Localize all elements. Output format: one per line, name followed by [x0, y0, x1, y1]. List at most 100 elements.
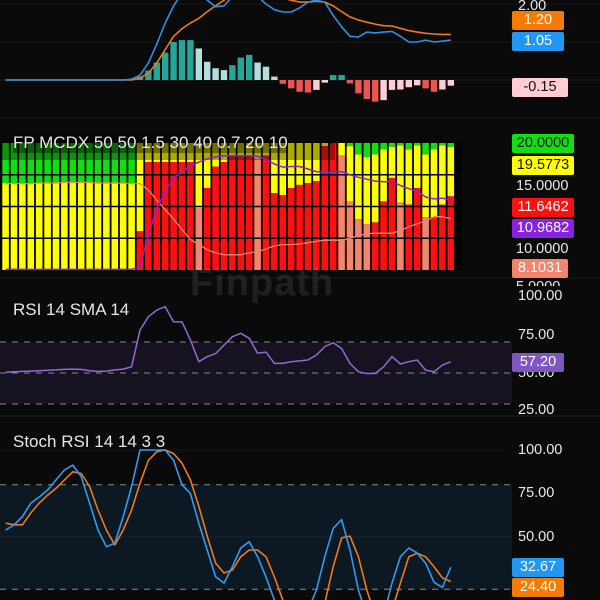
macd-histogram-bar	[321, 80, 328, 83]
mcdx-retail-segment	[355, 143, 362, 155]
mcdx-axis-label-5: 5.0000	[516, 278, 560, 286]
macd-histogram-bar	[195, 48, 202, 80]
mcdx-hot-money-segment	[10, 183, 18, 270]
mcdx-retail-segment	[422, 143, 429, 155]
mcdx-hot-money-badge: 19.5773	[512, 156, 574, 175]
mcdx-hot-money-segment	[447, 146, 455, 197]
mcdx-hot-money-segment	[405, 149, 413, 205]
mcdx-banker-segment	[203, 188, 211, 270]
mcdx-banker-segment	[380, 201, 387, 270]
mcdx-banker-segment	[397, 202, 404, 270]
mcdx-banker-segment	[313, 181, 320, 270]
macd-histogram-bar	[296, 80, 303, 92]
mcdx-banker-segment	[195, 208, 203, 270]
mcdx-banker-segment	[145, 162, 152, 270]
macd-histogram-bar	[304, 80, 312, 93]
mcdx-retail-segment	[363, 143, 371, 157]
stoch-d-value-badge: 24.40	[512, 578, 564, 597]
mcdx-hot-money-segment	[35, 183, 43, 270]
macd-histogram-bar	[204, 61, 211, 80]
mcdx-retail-segment	[346, 143, 354, 147]
macd-signal-line	[5, 0, 451, 81]
mcdx-banker-segment	[161, 162, 169, 270]
mcdx-banker-segment	[413, 188, 421, 270]
mcdx-hot-money-segment	[77, 183, 85, 270]
macd-histogram-bar	[313, 80, 320, 90]
mcdx-hot-money-segment	[128, 183, 135, 270]
macd-histogram-bar	[372, 80, 379, 102]
rsi-panel	[0, 305, 600, 417]
macd-histogram-bar	[346, 80, 354, 84]
stoch-axis-label-50: 50.00	[518, 529, 555, 545]
mcdx-panel	[0, 141, 600, 279]
mcdx-banker-segment	[296, 184, 303, 270]
mcdx-hot-money-segment	[422, 154, 429, 218]
rsi-value-badge: 57.20	[512, 353, 564, 372]
mcdx-banker-segment	[388, 177, 396, 270]
mcdx-hot-money-segment	[371, 154, 379, 223]
mcdx-banker-segment	[178, 162, 186, 270]
macd-histogram-bar	[330, 75, 337, 80]
mcdx-hot-money-segment	[413, 145, 421, 189]
mcdx-purple-line-badge: 10.9682	[512, 219, 574, 238]
stoch-axis-label-75: 75.00	[518, 485, 555, 501]
macd-histogram-bar	[355, 80, 362, 94]
macd-histogram-bar	[170, 42, 177, 80]
mcdx-axis-label-10: 10.0000	[516, 241, 569, 257]
mcdx-hot-money-segment	[338, 143, 345, 156]
mcdx-hot-money-segment	[27, 183, 35, 270]
macd-histogram-bar	[254, 62, 261, 80]
mcdx-axis-label-15: 15.0000	[516, 178, 569, 194]
mcdx-banker-segment	[212, 166, 219, 270]
mcdx-retail-segment	[447, 143, 455, 147]
finpath-watermark-logo: Finpath	[190, 262, 335, 304]
mcdx-banker-segment	[430, 217, 438, 270]
macd-histogram-bar	[229, 65, 236, 80]
macd-line	[5, 0, 451, 81]
macd-histogram-bar	[447, 80, 454, 86]
mcdx-retail-segment	[380, 143, 387, 150]
mcdx-hot-money-segment	[44, 183, 51, 270]
mcdx-retail-segment	[371, 143, 379, 155]
mcdx-hot-money-segment	[86, 183, 93, 270]
mcdx-banker-segment	[262, 155, 270, 270]
mcdx-banker-badge: 11.6462	[512, 198, 574, 217]
mcdx-banker-segment	[346, 201, 354, 270]
mcdx-banker-segment	[447, 196, 455, 270]
stoch-axis-label-100: 100.00	[518, 442, 563, 458]
mcdx-hot-money-segment	[103, 183, 110, 270]
macd-histogram-bar	[414, 80, 421, 86]
mcdx-hot-money-segment	[52, 183, 60, 270]
mcdx-retail-segment	[405, 143, 413, 150]
macd-histogram-bar	[388, 80, 396, 90]
mcdx-hot-money-segment	[61, 183, 68, 270]
macd-histogram-bar	[187, 40, 194, 80]
macd-histogram-bar	[405, 80, 412, 88]
mcdx-banker-segment	[363, 224, 371, 270]
mcdx-hot-money-segment	[19, 183, 26, 270]
mcdx-banker-segment	[355, 219, 362, 270]
rsi-indicator-title[interactable]: RSI 14 SMA 14	[13, 300, 129, 320]
mcdx-indicator-title[interactable]: FP MCDX 50 50 1.5 30 40 0.7 20 10	[13, 133, 288, 153]
macd-panel	[0, 0, 600, 119]
macd-histogram-bar	[439, 80, 446, 90]
stoch-rsi-indicator-title[interactable]: Stoch RSI 14 14 3 3	[13, 432, 165, 452]
rsi-axis-label-100: 100.00	[518, 288, 563, 304]
mcdx-hot-money-segment	[94, 183, 102, 270]
macd-histogram-bar	[380, 80, 387, 101]
mcdx-hot-money-segment	[111, 183, 119, 270]
rsi-axis-label-75: 75.00	[518, 327, 555, 343]
mcdx-retail-segment	[413, 143, 421, 146]
macd-histogram-bar	[220, 70, 228, 80]
mcdx-banker-segment	[187, 162, 194, 270]
mcdx-retail-segment	[397, 143, 404, 146]
mcdx-banker-segment	[321, 146, 329, 270]
macd-signal-value-badge: 1.20	[512, 11, 564, 30]
macd-histogram-bar	[430, 80, 438, 92]
mcdx-orange-line-badge: 8.1031	[512, 259, 568, 278]
mcdx-hot-money-segment	[119, 183, 127, 270]
macd-histogram-bar	[288, 80, 295, 89]
mcdx-banker-segment	[405, 204, 413, 270]
mcdx-banker-segment	[422, 217, 429, 270]
mcdx-banker-segment	[229, 155, 236, 270]
